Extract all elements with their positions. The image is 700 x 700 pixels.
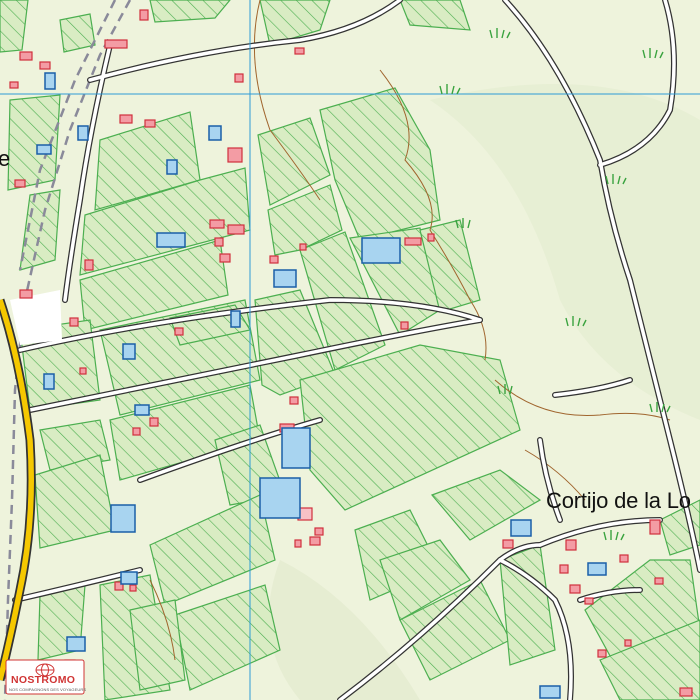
logo-name: NOSTROMO xyxy=(11,674,76,686)
place-label-partial: e xyxy=(0,146,11,171)
place-label-cortijo: Cortijo de la Lo xyxy=(546,488,691,513)
logo-tagline: NOS COMPAGNONS DES VOYAGEURS xyxy=(9,687,87,692)
topographic-map[interactable] xyxy=(0,0,700,700)
